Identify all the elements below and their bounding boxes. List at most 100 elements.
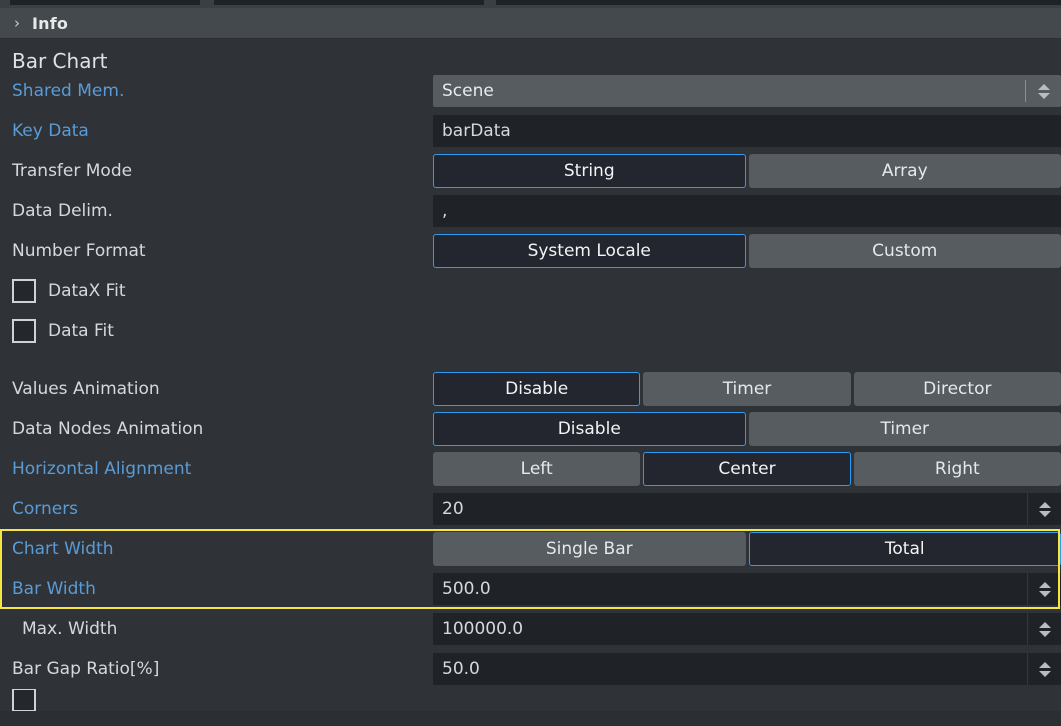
row-data-delim: Data Delim. , [0, 191, 1061, 231]
tab-strip-segment [496, 0, 1061, 5]
transfer-mode-segmented-control: String Array [433, 154, 1061, 188]
transfer-mode-option-array[interactable]: Array [749, 154, 1061, 188]
label-bar-width: Bar Width [0, 579, 433, 599]
value-datax-fit [433, 271, 1061, 311]
shared-mem-value: Scene [442, 81, 1025, 101]
row-horizontal-alignment: Horizontal Alignment Left Center Right [0, 449, 1061, 489]
value-max-width: 100000.0 [433, 609, 1061, 649]
tab-strip-segment [214, 0, 484, 5]
spinner-up-down-icon[interactable] [1036, 502, 1054, 517]
page-title: Bar Chart [0, 39, 1061, 71]
value-values-animation: Disable Timer Director [433, 369, 1061, 409]
value-partial-next [433, 689, 1061, 711]
max-width-stepper[interactable] [1027, 613, 1061, 645]
horizontal-alignment-option-center[interactable]: Center [643, 452, 850, 486]
horizontal-alignment-option-right[interactable]: Right [854, 452, 1061, 486]
values-animation-option-disable[interactable]: Disable [433, 372, 640, 406]
chart-width-segmented-control: Single Bar Total [433, 532, 1061, 566]
number-format-option-system-locale[interactable]: System Locale [433, 234, 746, 268]
datax-fit-checkbox[interactable] [12, 279, 36, 303]
value-data-delim: , [433, 191, 1061, 231]
value-number-format: System Locale Custom [433, 231, 1061, 271]
value-horizontal-alignment: Left Center Right [433, 449, 1061, 489]
bar-width-stepper[interactable] [1027, 573, 1061, 605]
number-format-option-custom[interactable]: Custom [749, 234, 1061, 268]
spinner-up-down-icon[interactable] [1036, 582, 1054, 597]
spinner-down-arrow[interactable] [1039, 671, 1051, 677]
data-nodes-animation-option-disable[interactable]: Disable [433, 412, 746, 446]
row-bar-width: Bar Width 500.0 [0, 569, 1061, 609]
value-data-nodes-animation: Disable Timer [433, 409, 1061, 449]
label-partial-next-container [0, 689, 433, 711]
label-max-width: Max. Width [0, 619, 433, 639]
row-corners: Corners 20 [0, 489, 1061, 529]
chevron-right-icon[interactable]: › [14, 16, 32, 31]
label-data-fit-container: Data Fit [0, 319, 433, 343]
spinner-down-arrow[interactable] [1039, 631, 1051, 637]
spinner-up-arrow[interactable] [1038, 84, 1050, 90]
tab-strip-segment [10, 0, 200, 5]
horizontal-alignment-option-left[interactable]: Left [433, 452, 640, 486]
value-shared-mem: Scene [433, 71, 1061, 111]
spinner-up-down-icon[interactable] [1036, 622, 1054, 637]
row-key-data: Key Data barData [0, 111, 1061, 151]
info-section-title: Info [32, 14, 68, 33]
max-width-input[interactable]: 100000.0 [433, 613, 1027, 645]
combo-divider [1025, 80, 1026, 102]
row-spacer [0, 351, 1061, 369]
corners-input[interactable]: 20 [433, 493, 1027, 525]
row-shared-mem: Shared Mem. Scene [0, 71, 1061, 111]
corners-stepper[interactable] [1027, 493, 1061, 525]
key-data-input[interactable]: barData [433, 115, 1061, 147]
row-datax-fit: DataX Fit [0, 271, 1061, 311]
spinner-down-arrow[interactable] [1039, 511, 1051, 517]
spinner-down-arrow[interactable] [1039, 591, 1051, 597]
row-chart-width: Chart Width Single Bar Total [0, 529, 1061, 569]
value-corners: 20 [433, 489, 1061, 529]
transfer-mode-option-string[interactable]: String [433, 154, 746, 188]
label-values-animation: Values Animation [0, 379, 433, 399]
value-transfer-mode: String Array [433, 151, 1061, 191]
row-number-format: Number Format System Locale Custom [0, 231, 1061, 271]
shared-mem-combobox[interactable]: Scene [433, 75, 1061, 107]
chart-width-option-total[interactable]: Total [749, 532, 1061, 566]
spinner-up-down-icon[interactable] [1035, 84, 1053, 99]
spinner-up-arrow[interactable] [1039, 662, 1051, 668]
row-partial-next [0, 689, 1061, 711]
label-data-delim: Data Delim. [0, 201, 433, 221]
label-data-nodes-animation: Data Nodes Animation [0, 419, 433, 439]
label-corners: Corners [0, 499, 433, 519]
label-key-data: Key Data [0, 121, 433, 141]
value-chart-width: Single Bar Total [433, 529, 1061, 569]
label-bar-gap-ratio: Bar Gap Ratio[%] [0, 659, 433, 679]
value-bar-gap-ratio: 50.0 [433, 649, 1061, 689]
value-bar-width: 500.0 [433, 569, 1061, 609]
spinner-up-arrow[interactable] [1039, 582, 1051, 588]
chart-width-option-single-bar[interactable]: Single Bar [433, 532, 746, 566]
highlighted-group: Chart Width Single Bar Total Bar Width 5… [0, 529, 1061, 609]
spinner-up-arrow[interactable] [1039, 622, 1051, 628]
values-animation-option-timer[interactable]: Timer [643, 372, 850, 406]
spinner-down-arrow[interactable] [1038, 93, 1050, 99]
spinner-up-down-icon[interactable] [1036, 662, 1054, 677]
label-data-fit: Data Fit [48, 321, 114, 341]
values-animation-segmented-control: Disable Timer Director [433, 372, 1061, 406]
value-key-data: barData [433, 111, 1061, 151]
number-format-segmented-control: System Locale Custom [433, 234, 1061, 268]
data-nodes-animation-option-timer[interactable]: Timer [749, 412, 1061, 446]
bar-gap-ratio-input[interactable]: 50.0 [433, 653, 1027, 685]
data-delim-input[interactable]: , [433, 195, 1061, 227]
partial-next-checkbox[interactable] [12, 689, 36, 711]
label-number-format: Number Format [0, 241, 433, 261]
bar-width-input[interactable]: 500.0 [433, 573, 1027, 605]
data-nodes-animation-segmented-control: Disable Timer [433, 412, 1061, 446]
row-max-width: Max. Width 100000.0 [0, 609, 1061, 649]
tab-strip [0, 0, 1061, 8]
values-animation-option-director[interactable]: Director [854, 372, 1061, 406]
property-panel: Bar Chart Shared Mem. Scene Key Data bar… [0, 39, 1061, 711]
data-fit-checkbox[interactable] [12, 319, 36, 343]
info-section-header[interactable]: › Info [0, 8, 1061, 39]
label-transfer-mode: Transfer Mode [0, 161, 433, 181]
spinner-up-arrow[interactable] [1039, 502, 1051, 508]
bar-gap-ratio-stepper[interactable] [1027, 653, 1061, 685]
